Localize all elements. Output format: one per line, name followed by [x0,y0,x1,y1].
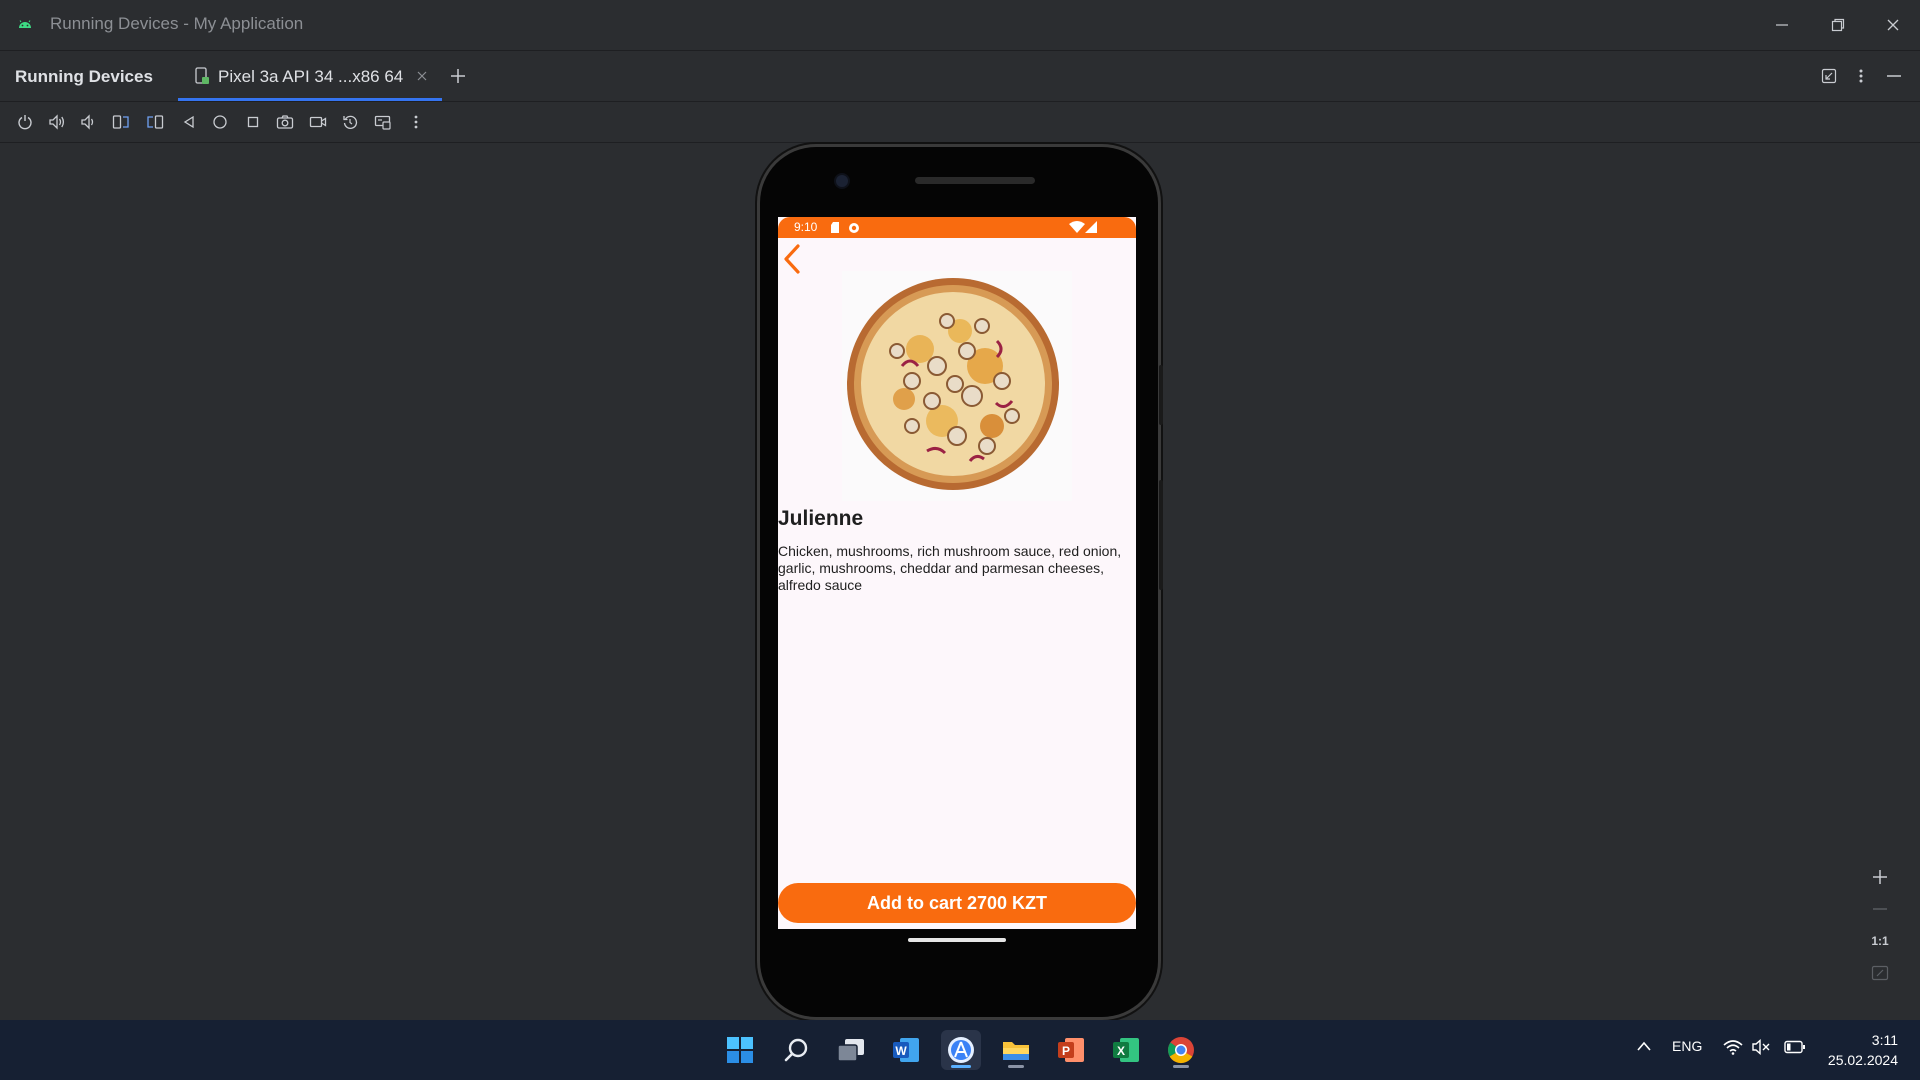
reset-icon[interactable] [337,109,363,135]
clock-time[interactable]: 3:11 [1872,1032,1898,1048]
gesture-home-bar[interactable] [908,938,1006,942]
panel-title: Running Devices [15,67,153,86]
svg-text:X: X [1117,1044,1125,1058]
close-icon[interactable] [1878,12,1908,38]
product-title: Julienne [778,507,864,530]
restore-icon[interactable] [1823,12,1853,38]
show-hidden-icons-chevron-icon[interactable] [1636,1040,1652,1052]
status-bar: 9:10 [778,217,1136,238]
battery-icon[interactable] [1784,1040,1806,1054]
word-icon[interactable]: W [886,1030,926,1070]
active-app-indicator [951,1065,971,1068]
more-vertical-icon[interactable] [1848,63,1874,89]
android-icon [16,16,34,34]
side-volume-button[interactable] [1159,480,1163,590]
phone-screen: 9:10 Julienne Chicken, mushrooms, rich m… [778,217,1136,929]
window-titlebar: Running Devices - My Application [0,0,1920,51]
windows-taskbar: W P X ENG 3:11 25.02.2024 [0,1020,1920,1080]
volume-muted-icon[interactable] [1752,1039,1772,1055]
volume-up-icon[interactable] [44,109,70,135]
excel-icon[interactable]: X [1106,1030,1146,1070]
front-camera [836,175,848,187]
device-toolbar [0,102,1920,143]
camera-icon[interactable] [272,109,298,135]
zoom-out-button[interactable] [1862,894,1898,924]
wifi-tray-icon[interactable] [1723,1039,1743,1055]
svg-text:W: W [895,1044,907,1058]
product-description: Chicken, mushrooms, rich mushroom sauce,… [778,543,1122,593]
more-icon[interactable] [403,109,429,135]
volume-down-icon[interactable] [75,109,101,135]
power-icon[interactable] [12,109,38,135]
language-indicator[interactable]: ENG [1672,1038,1702,1054]
product-image [842,271,1072,501]
running-devices-tabbar: Running Devices Pixel 3a API 34 ...x86 6… [0,51,1920,102]
tab-device[interactable]: Pixel 3a API 34 ...x86 64 [178,51,442,101]
rotate-left-icon[interactable] [108,109,134,135]
side-power-button[interactable] [1159,365,1163,425]
signal-icon [1085,221,1097,233]
zoom-controls: 1:1 [1862,860,1898,992]
rotate-right-icon[interactable] [142,109,168,135]
android-studio-icon[interactable] [941,1030,981,1070]
windows-start-icon[interactable] [720,1030,760,1070]
close-tab-icon[interactable] [416,67,428,82]
open-app-indicator [1008,1065,1024,1068]
powerpoint-icon[interactable]: P [1051,1030,1091,1070]
minimize-icon[interactable] [1767,12,1797,38]
record-icon[interactable] [305,109,331,135]
chrome-icon[interactable] [1161,1030,1201,1070]
file-explorer-icon[interactable] [996,1030,1036,1070]
device-icon [194,67,210,85]
zoom-in-button[interactable] [1862,862,1898,892]
clock-date[interactable]: 25.02.2024 [1828,1052,1898,1068]
earpiece-speaker [915,177,1035,184]
task-view-icon[interactable] [831,1030,871,1070]
wifi-icon [1069,221,1085,233]
plus-icon[interactable] [445,63,471,89]
window-title: Running Devices - My Application [50,14,304,33]
add-to-cart-button[interactable]: Add to cart 2700 KZT [778,883,1136,923]
device-tab-label: Pixel 3a API 34 ...x86 64 [218,67,404,86]
back-icon[interactable] [176,109,202,135]
search-icon[interactable] [776,1030,816,1070]
status-time: 9:10 [794,220,818,234]
home-icon[interactable] [207,109,233,135]
sd-card-icon [831,222,839,233]
back-arrow-icon[interactable] [778,243,806,275]
minimize-panel-icon[interactable] [1881,63,1907,89]
keyboard-icon[interactable] [370,109,396,135]
fit-screen-icon[interactable] [1862,958,1898,988]
open-app-indicator [1173,1065,1189,1068]
actual-size-button[interactable]: 1:1 [1862,926,1898,956]
overview-icon[interactable] [240,109,266,135]
svg-text:P: P [1062,1044,1070,1058]
collapse-icon[interactable] [1816,63,1842,89]
notification-icon [849,223,859,233]
